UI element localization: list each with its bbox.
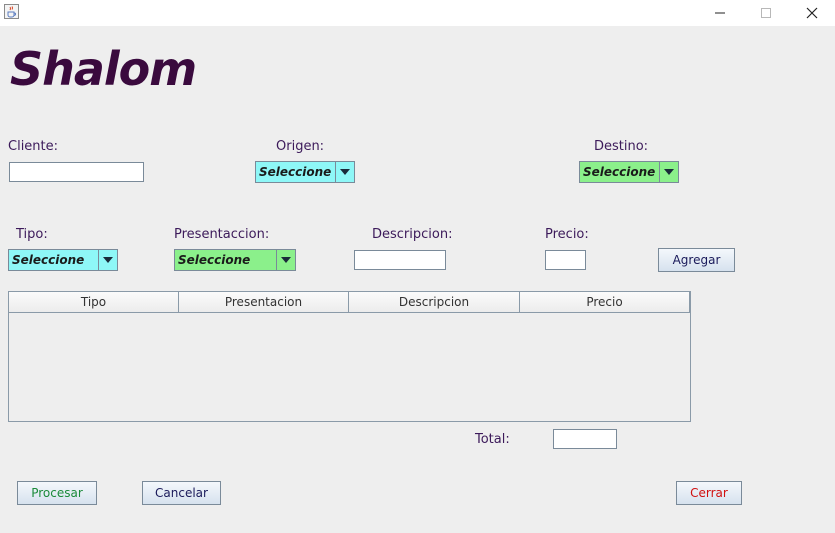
descripcion-input[interactable] [354,250,446,270]
agregar-button[interactable]: Agregar [658,248,735,272]
minimize-button[interactable] [697,0,743,26]
presentacion-combo[interactable]: Seleccione [174,249,296,271]
destino-combo[interactable]: Seleccione [579,161,679,183]
destino-value: Seleccione [583,165,656,179]
presentacion-value: Seleccione [178,253,251,267]
dropdown-arrow-icon[interactable] [276,250,295,270]
close-window-button[interactable] [789,0,835,26]
dropdown-arrow-icon[interactable] [335,162,354,182]
column-header-descripcion[interactable]: Descripcion [349,292,520,312]
column-header-tipo[interactable]: Tipo [9,292,179,312]
cancelar-button[interactable]: Cancelar [142,481,221,505]
total-label: Total: [475,432,510,447]
cerrar-button[interactable]: Cerrar [676,481,742,505]
table-header: Tipo Presentacion Descripcion Precio [9,292,690,313]
dropdown-arrow-icon[interactable] [98,250,117,270]
presentacion-label: Presentaccion: [174,227,270,242]
app-logo: Shalom [10,42,197,96]
destino-label: Destino: [594,139,649,154]
precio-label: Precio: [545,227,589,242]
tipo-label: Tipo: [16,227,48,242]
descripcion-label: Descripcion: [372,227,453,242]
java-cup-icon [4,4,19,19]
precio-input[interactable] [545,250,586,270]
column-header-presentacion[interactable]: Presentacion [179,292,349,312]
items-table[interactable]: Tipo Presentacion Descripcion Precio [8,291,691,422]
origen-combo[interactable]: Seleccione [255,161,355,183]
origen-value: Seleccione [259,165,332,179]
window-titlebar [0,0,835,26]
origen-label: Origen: [276,139,325,154]
dropdown-arrow-icon[interactable] [659,162,678,182]
maximize-button[interactable] [743,0,789,26]
tipo-combo[interactable]: Seleccione [8,249,118,271]
column-header-precio[interactable]: Precio [520,292,690,312]
tipo-value: Seleccione [12,253,85,267]
table-body[interactable] [9,313,690,422]
procesar-button[interactable]: Procesar [17,481,97,505]
cliente-input[interactable] [9,162,144,182]
cliente-label: Cliente: [8,139,59,154]
total-field[interactable] [553,429,617,449]
